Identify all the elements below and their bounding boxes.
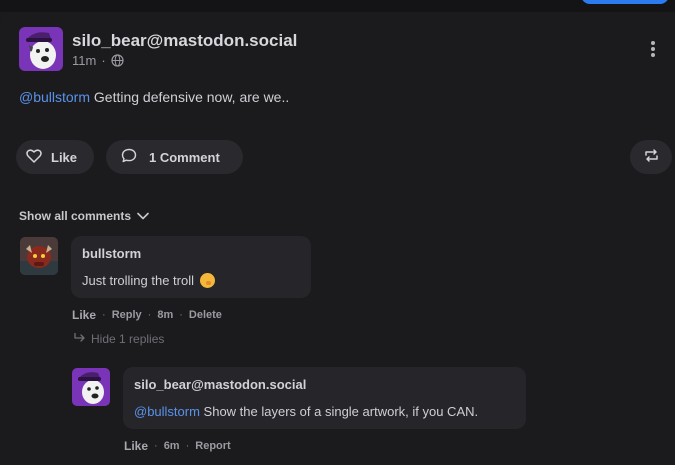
reply-like-button[interactable]: Like: [124, 439, 148, 453]
hide-replies-label: Hide 1 replies: [91, 332, 165, 346]
reply-time: 6m: [163, 440, 180, 452]
post-text-body: Getting defensive now, are we..: [90, 89, 290, 105]
repost-button[interactable]: [630, 140, 672, 174]
show-all-comments-label: Show all comments: [19, 209, 132, 223]
reply-actions: Like · 6m · Report: [124, 439, 231, 453]
comment-button[interactable]: 1 Comment: [106, 140, 243, 174]
comment-reply-button[interactable]: Reply: [112, 309, 142, 321]
dot-separator: ·: [179, 309, 183, 321]
dot-separator: ·: [154, 440, 158, 452]
reply-mention-link[interactable]: @bullstorm: [134, 404, 200, 419]
comment-bubble-icon: [121, 148, 137, 166]
top-action-button[interactable]: [581, 0, 669, 4]
comment-button-label: 1 Comment: [149, 149, 220, 165]
comment-like-button[interactable]: Like: [72, 308, 96, 322]
hand-over-mouth-emoji: [200, 273, 215, 288]
post-author-name[interactable]: silo_bear@mastodon.social: [72, 31, 297, 51]
reply-author-avatar[interactable]: [72, 368, 110, 406]
chevron-down-icon: [137, 209, 149, 223]
dot-separator: ·: [147, 309, 152, 321]
post-author-avatar[interactable]: [19, 27, 63, 71]
like-button-label: Like: [51, 149, 78, 165]
reply-text-body: Show the layers of a single artwork, if …: [199, 404, 479, 419]
comment-bubble: bullstorm Just trolling the troll: [71, 236, 311, 298]
globe-icon: [111, 54, 124, 67]
dot-separator: ·: [102, 309, 106, 321]
show-all-comments-toggle[interactable]: Show all comments: [19, 209, 149, 223]
comment-time: 8m: [157, 309, 174, 321]
reply-arrow-icon: [73, 332, 87, 346]
heart-icon: [26, 148, 42, 166]
comment-actions: Like · Reply · 8m · Delete: [72, 308, 222, 322]
repost-icon: [643, 149, 660, 165]
reply-author-name[interactable]: silo_bear@mastodon.social: [134, 377, 306, 392]
top-bar: [0, 0, 675, 12]
comment-delete-button[interactable]: Delete: [189, 309, 222, 321]
post-meta: 11m ·: [72, 53, 124, 68]
hide-replies-toggle[interactable]: Hide 1 replies: [73, 332, 164, 346]
like-button[interactable]: Like: [16, 140, 94, 174]
reply-report-button[interactable]: Report: [195, 440, 230, 452]
comment-author-name[interactable]: bullstorm: [82, 246, 141, 261]
post-text: @bullstorm Getting defensive now, are we…: [19, 89, 289, 105]
vertical-dots-icon[interactable]: [646, 38, 660, 60]
comment-author-avatar[interactable]: [20, 237, 58, 275]
reply-text: @bullstorm Show the layers of a single a…: [134, 404, 478, 419]
comment-text: Just trolling the troll: [82, 273, 215, 288]
post-mention-link[interactable]: @bullstorm: [19, 89, 90, 105]
meta-separator: ·: [101, 53, 106, 68]
reply-bubble: silo_bear@mastodon.social @bullstorm Sho…: [123, 367, 526, 429]
dot-separator: ·: [185, 440, 190, 452]
post-time[interactable]: 11m: [72, 53, 96, 68]
comment-text-body: Just trolling the troll: [82, 273, 194, 288]
